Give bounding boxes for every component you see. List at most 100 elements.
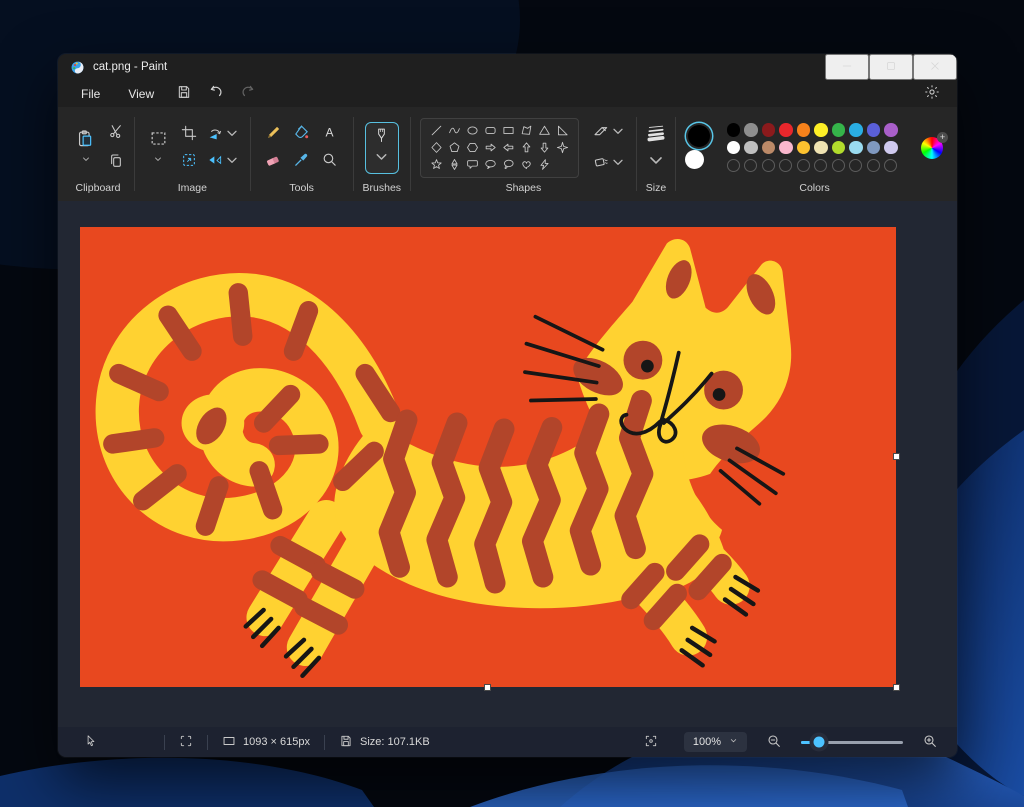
cursor-position-indicator	[70, 734, 112, 751]
close-button[interactable]	[913, 54, 957, 80]
settings-button[interactable]	[917, 82, 947, 105]
rotate-button[interactable]	[206, 124, 241, 145]
drawing-canvas[interactable]	[80, 227, 896, 687]
right-triangle-shape[interactable]	[554, 123, 571, 139]
speech-rect-shape[interactable]	[464, 157, 481, 173]
arrow-down-shape[interactable]	[536, 140, 553, 156]
undo-button[interactable]	[201, 82, 231, 105]
empty-color-slot[interactable]	[832, 159, 845, 172]
zoom-slider[interactable]	[801, 741, 903, 744]
resize-handle-right[interactable]	[893, 453, 900, 460]
star-6-shape[interactable]	[446, 157, 463, 173]
edit-colors-button[interactable]: +	[921, 136, 944, 159]
rectangle-shape[interactable]	[500, 123, 517, 139]
cut-button[interactable]	[107, 122, 125, 143]
shape-outline-button[interactable]	[592, 122, 627, 143]
zoom-level-dropdown[interactable]: 100%	[684, 732, 747, 752]
text-tool-button[interactable]: A	[320, 123, 339, 145]
shape-fill-icon	[593, 154, 609, 173]
save-button[interactable]	[169, 82, 199, 105]
curve-shape[interactable]	[446, 123, 463, 139]
menu-file[interactable]: File	[68, 83, 113, 105]
minimize-icon	[840, 59, 854, 76]
color-swatch[interactable]	[727, 141, 741, 155]
shape-fill-button[interactable]	[592, 153, 627, 174]
fill-tool-button[interactable]	[292, 123, 311, 145]
heart-shape[interactable]	[518, 157, 535, 173]
color-swatch[interactable]	[832, 123, 846, 137]
empty-color-slot[interactable]	[814, 159, 827, 172]
color-picker-button[interactable]	[292, 150, 311, 172]
color-swatch[interactable]	[762, 141, 776, 155]
color-swatch[interactable]	[849, 123, 863, 137]
empty-color-slot[interactable]	[797, 159, 810, 172]
triangle-shape[interactable]	[536, 123, 553, 139]
chevron-down-icon	[729, 736, 738, 748]
color-swatch[interactable]	[814, 141, 828, 155]
color-swatch[interactable]	[849, 141, 863, 155]
color-swatch[interactable]	[744, 123, 758, 137]
eraser-tool-button[interactable]	[264, 150, 283, 172]
empty-color-slot[interactable]	[867, 159, 880, 172]
resize-handle-corner[interactable]	[893, 684, 900, 691]
copy-icon	[108, 153, 124, 172]
color-swatch[interactable]	[884, 123, 898, 137]
speech-round-shape[interactable]	[500, 157, 517, 173]
empty-color-slot[interactable]	[779, 159, 792, 172]
arrow-right-shape[interactable]	[482, 140, 499, 156]
arrow-up-shape[interactable]	[518, 140, 535, 156]
size-button[interactable]	[646, 122, 666, 173]
hexagon-shape[interactable]	[464, 140, 481, 156]
color-swatch[interactable]	[867, 123, 881, 137]
background-color-swatch[interactable]	[685, 150, 704, 169]
ellipse-shape[interactable]	[464, 123, 481, 139]
brushes-button[interactable]	[365, 122, 399, 174]
pentagon-shape[interactable]	[446, 140, 463, 156]
foreground-color-swatch[interactable]	[688, 125, 710, 147]
paste-button[interactable]	[71, 127, 100, 169]
color-palette	[725, 121, 899, 174]
color-swatch[interactable]	[762, 123, 776, 137]
color-swatch[interactable]	[884, 141, 898, 155]
pencil-tool-button[interactable]	[264, 123, 283, 145]
color-swatch[interactable]	[832, 141, 846, 155]
copy-button[interactable]	[107, 152, 125, 173]
minimize-button[interactable]	[825, 54, 869, 80]
maximize-button[interactable]	[869, 54, 913, 80]
color-swatch[interactable]	[744, 141, 758, 155]
zoom-out-button[interactable]	[759, 731, 789, 754]
star-5-shape[interactable]	[428, 157, 445, 173]
flip-button[interactable]	[206, 151, 241, 172]
speech-oval-shape[interactable]	[482, 157, 499, 173]
color-swatch[interactable]	[867, 141, 881, 155]
color-swatch[interactable]	[797, 123, 811, 137]
diamond-shape[interactable]	[428, 140, 445, 156]
redo-button[interactable]	[233, 82, 263, 105]
rounded-rectangle-shape[interactable]	[482, 123, 499, 139]
color-swatch[interactable]	[779, 141, 793, 155]
select-button[interactable]	[144, 127, 173, 169]
empty-color-slot[interactable]	[762, 159, 775, 172]
magnifier-button[interactable]	[320, 150, 339, 172]
empty-color-slot[interactable]	[884, 159, 897, 172]
menu-view[interactable]: View	[115, 83, 167, 105]
lightning-shape[interactable]	[536, 157, 553, 173]
empty-color-slot[interactable]	[849, 159, 862, 172]
empty-color-slot[interactable]	[727, 159, 740, 172]
paint-app-icon	[70, 60, 85, 75]
resize-button[interactable]	[180, 151, 198, 172]
crop-button[interactable]	[180, 124, 198, 145]
empty-color-slot[interactable]	[744, 159, 757, 172]
resize-handle-bottom[interactable]	[484, 684, 491, 691]
polygon-shape[interactable]	[518, 123, 535, 139]
fit-to-screen-button[interactable]	[630, 734, 672, 751]
line-shape[interactable]	[428, 123, 445, 139]
color-swatch[interactable]	[797, 141, 811, 155]
color-swatch[interactable]	[779, 123, 793, 137]
zoom-in-button[interactable]	[915, 731, 945, 754]
star-4-shape[interactable]	[554, 140, 571, 156]
arrow-left-shape[interactable]	[500, 140, 517, 156]
color-swatch[interactable]	[727, 123, 741, 137]
zoom-slider-thumb[interactable]	[814, 737, 825, 748]
color-swatch[interactable]	[814, 123, 828, 137]
